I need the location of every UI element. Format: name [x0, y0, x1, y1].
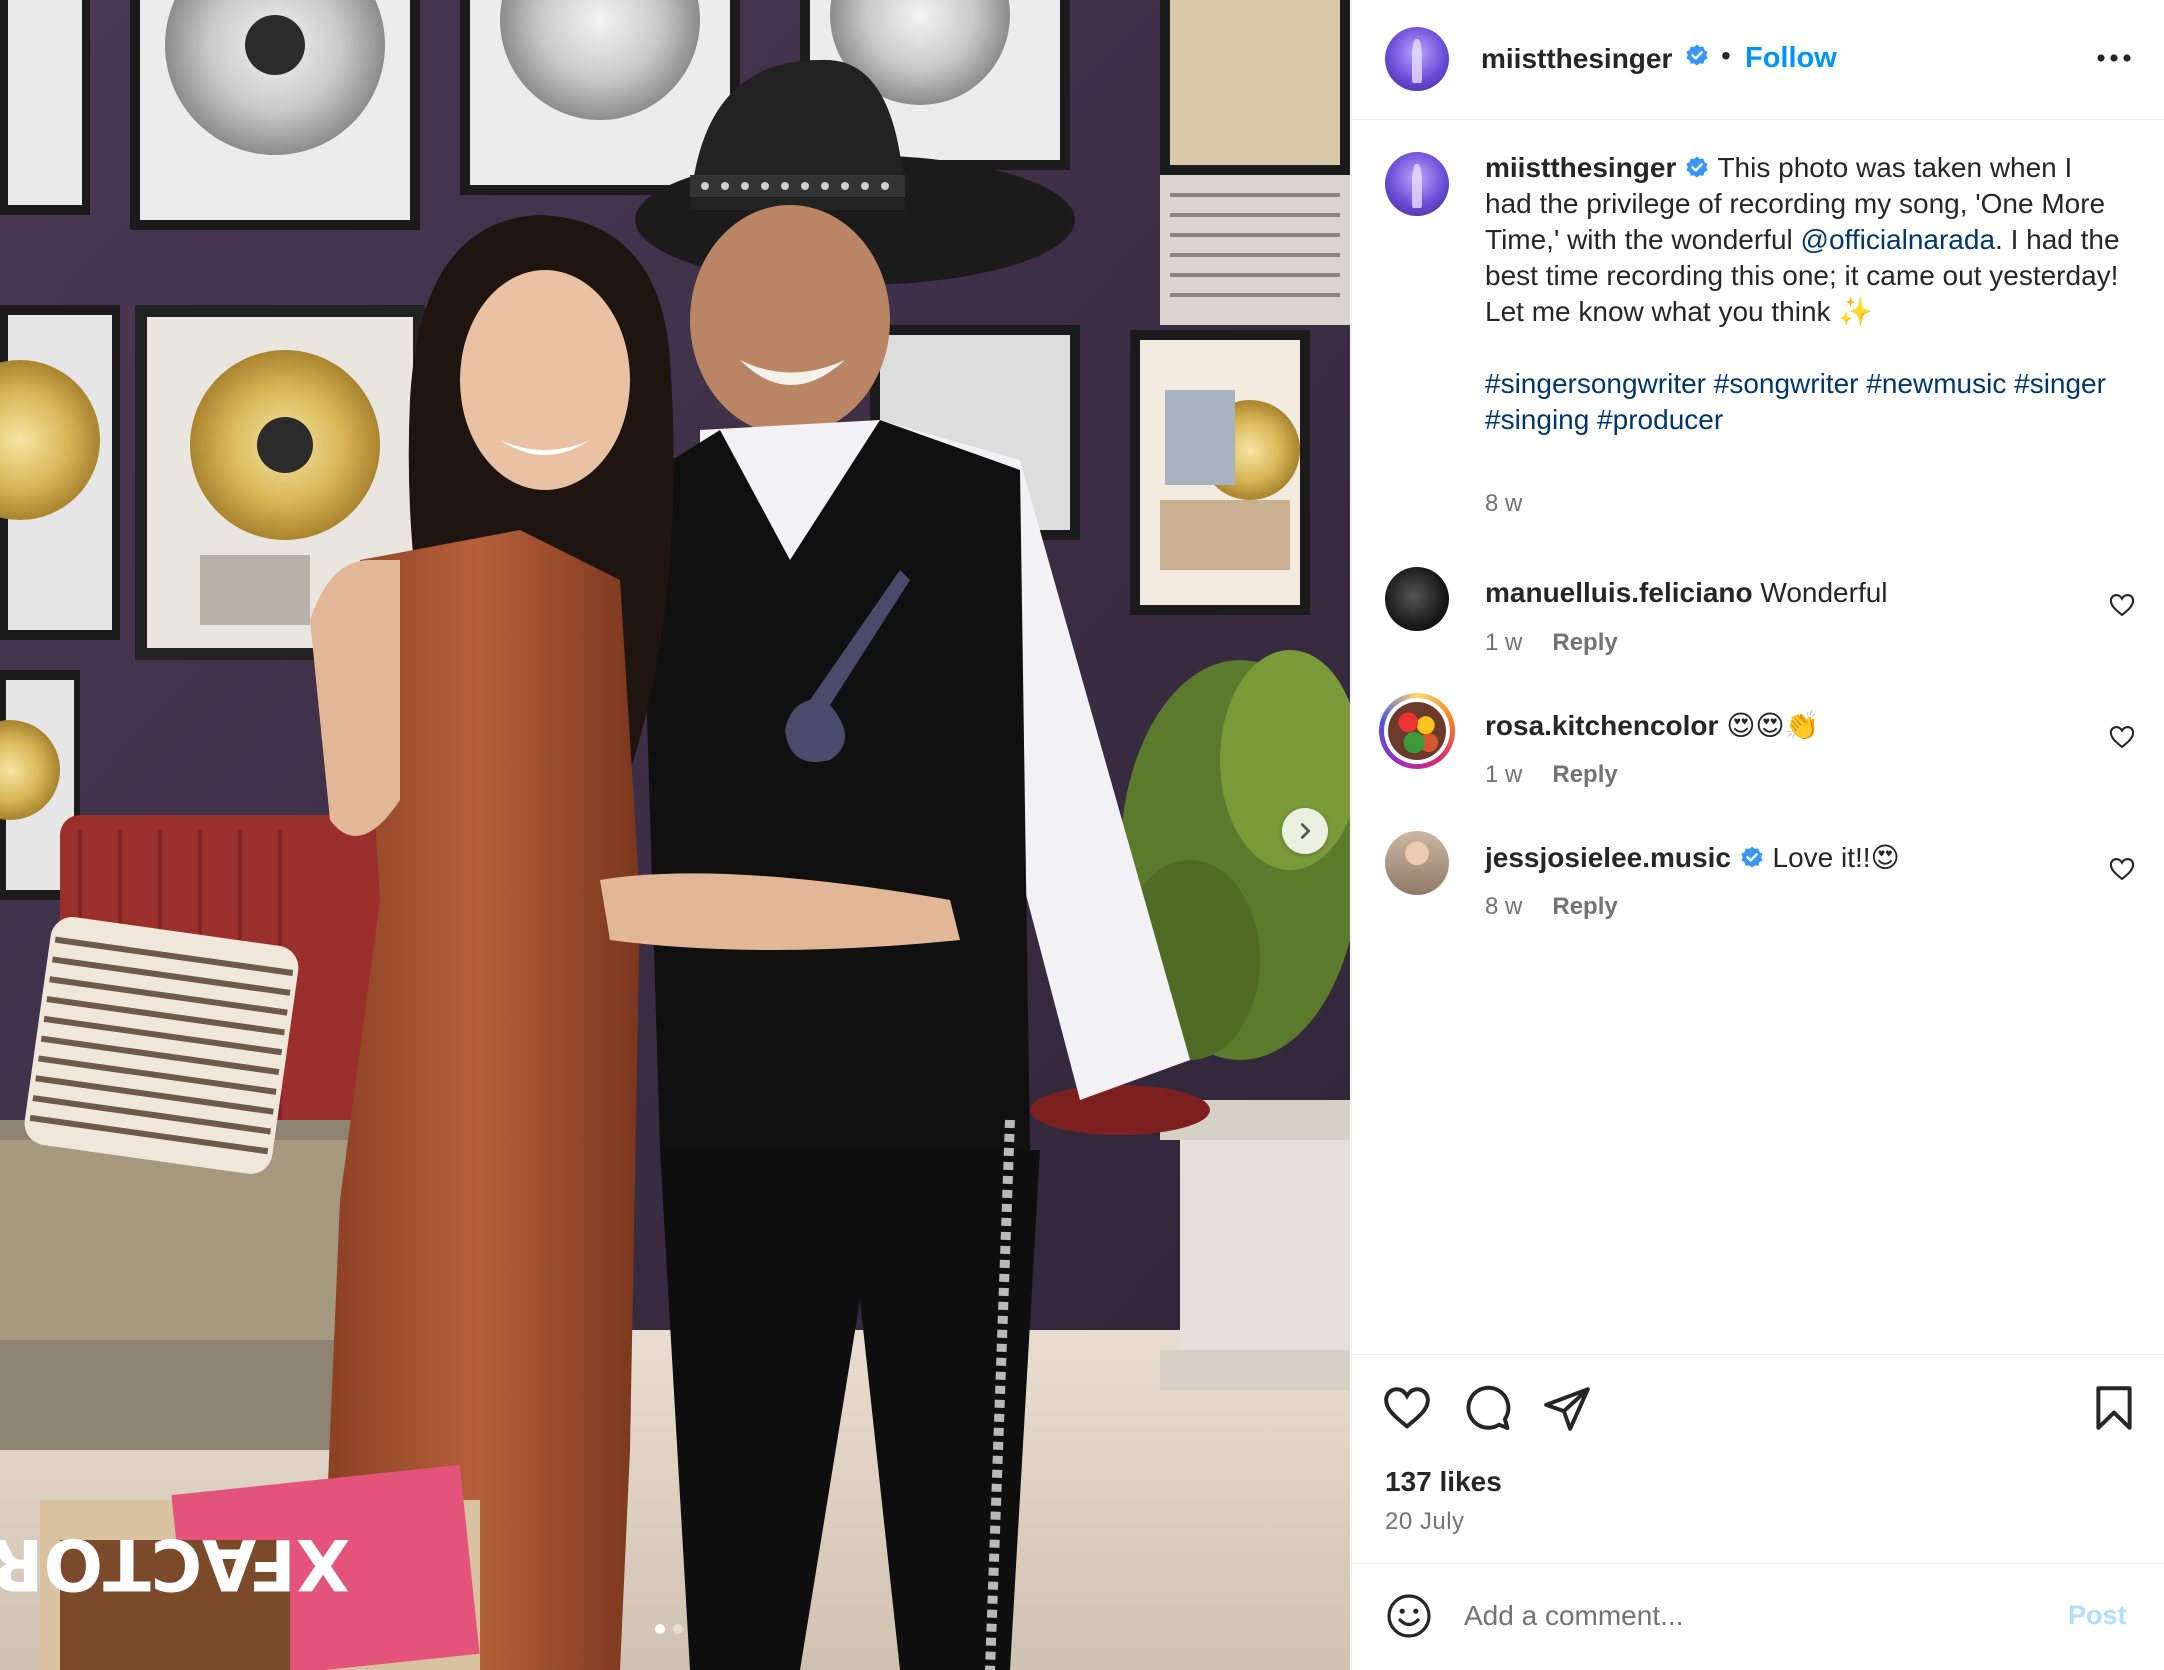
comment-meta: 8 w Reply — [1485, 893, 1618, 921]
post-caption: miistthesinger This photo was taken when… — [1485, 150, 2125, 330]
comment-input[interactable] — [1464, 1596, 2004, 1636]
comment-icon[interactable] — [1462, 1383, 1512, 1433]
chevron-right-icon — [1300, 823, 1311, 839]
verified-badge-icon — [1686, 156, 1708, 178]
comment-body: 😍😍👏 — [1726, 710, 1820, 741]
commenter-username[interactable]: jessjosielee.music — [1485, 842, 1731, 873]
comment-body: Love it!!😍 — [1772, 842, 1900, 873]
slide-indicator — [655, 1624, 683, 1634]
paper-plane-icon[interactable] — [1542, 1383, 1592, 1433]
slide-dot-active — [655, 1624, 665, 1634]
story-ring[interactable] — [1379, 693, 1455, 769]
comment-reply-button[interactable]: Reply — [1552, 761, 1617, 788]
post-date[interactable]: 20 July — [1385, 1508, 1465, 1536]
comment-meta: 1 w Reply — [1485, 761, 1618, 789]
comment-time[interactable]: 1 w — [1485, 761, 1522, 788]
header-separator: • — [1721, 40, 1731, 71]
photo-scene: XFACTOR — [0, 0, 1350, 1670]
comment-reply-button[interactable]: Reply — [1552, 893, 1617, 920]
actions-divider — [1352, 1354, 2164, 1355]
comment-item: manuelluis.feliciano Wonderful 1 w Reply — [1352, 567, 2164, 677]
comment-reply-button[interactable]: Reply — [1552, 629, 1617, 656]
comment-time[interactable]: 8 w — [1485, 893, 1522, 920]
heart-icon[interactable] — [2108, 723, 2136, 751]
follow-button[interactable]: Follow — [1745, 42, 1837, 75]
comment-item: jessjosielee.music Love it!!😍 8 w Reply — [1352, 831, 2164, 941]
caption-mention-link[interactable]: @officialnarada — [1801, 224, 1995, 255]
composer-divider — [1352, 1563, 2164, 1564]
post-photo[interactable]: XFACTOR — [0, 0, 1350, 1670]
emoji-icon[interactable] — [1385, 1592, 1433, 1640]
comment-text-line: rosa.kitchencolor 😍😍👏 — [1485, 709, 1819, 742]
commenter-avatar[interactable] — [1385, 831, 1449, 895]
caption-hashtags[interactable]: #singersongwriter #songwriter #newmusic … — [1485, 366, 2125, 438]
comment-text-line: jessjosielee.music Love it!!😍 — [1485, 841, 1900, 874]
commenter-avatar[interactable] — [1388, 702, 1446, 760]
comment-body: Wonderful — [1760, 577, 1888, 608]
bookmark-icon[interactable] — [2089, 1383, 2139, 1433]
comment-text-line: manuelluis.feliciano Wonderful — [1485, 577, 1888, 609]
commenter-username[interactable]: manuelluis.feliciano — [1485, 577, 1753, 608]
author-username[interactable]: miistthesinger — [1481, 43, 1672, 75]
heart-icon[interactable] — [1382, 1383, 1432, 1433]
slide-dot — [673, 1624, 683, 1634]
heart-icon[interactable] — [2108, 591, 2136, 619]
caption-author-avatar[interactable] — [1385, 152, 1449, 216]
commenter-avatar[interactable] — [1385, 567, 1449, 631]
caption-timestamp[interactable]: 8 w — [1485, 490, 1522, 518]
post-comment-button[interactable]: Post — [2068, 1600, 2127, 1631]
post-header: miistthesinger • Follow — [1352, 0, 2164, 120]
verified-badge-icon — [1741, 846, 1763, 868]
comment-meta: 1 w Reply — [1485, 629, 1618, 657]
comment-item: rosa.kitchencolor 😍😍👏 1 w Reply — [1352, 693, 2164, 809]
likes-count[interactable]: 137 likes — [1385, 1466, 1502, 1498]
commenter-username[interactable]: rosa.kitchencolor — [1485, 710, 1718, 741]
verified-badge-icon — [1686, 44, 1708, 66]
caption-username[interactable]: miistthesinger — [1485, 152, 1676, 183]
next-slide-button[interactable] — [1282, 808, 1328, 854]
svg-text:XFACTOR: XFACTOR — [0, 1523, 350, 1605]
more-horizontal-icon[interactable] — [2089, 38, 2139, 78]
author-avatar[interactable] — [1385, 27, 1449, 91]
heart-icon[interactable] — [2108, 855, 2136, 883]
post-side-panel: miistthesinger • Follow miistthesinger T… — [1351, 0, 2164, 1670]
comment-time[interactable]: 1 w — [1485, 629, 1522, 656]
